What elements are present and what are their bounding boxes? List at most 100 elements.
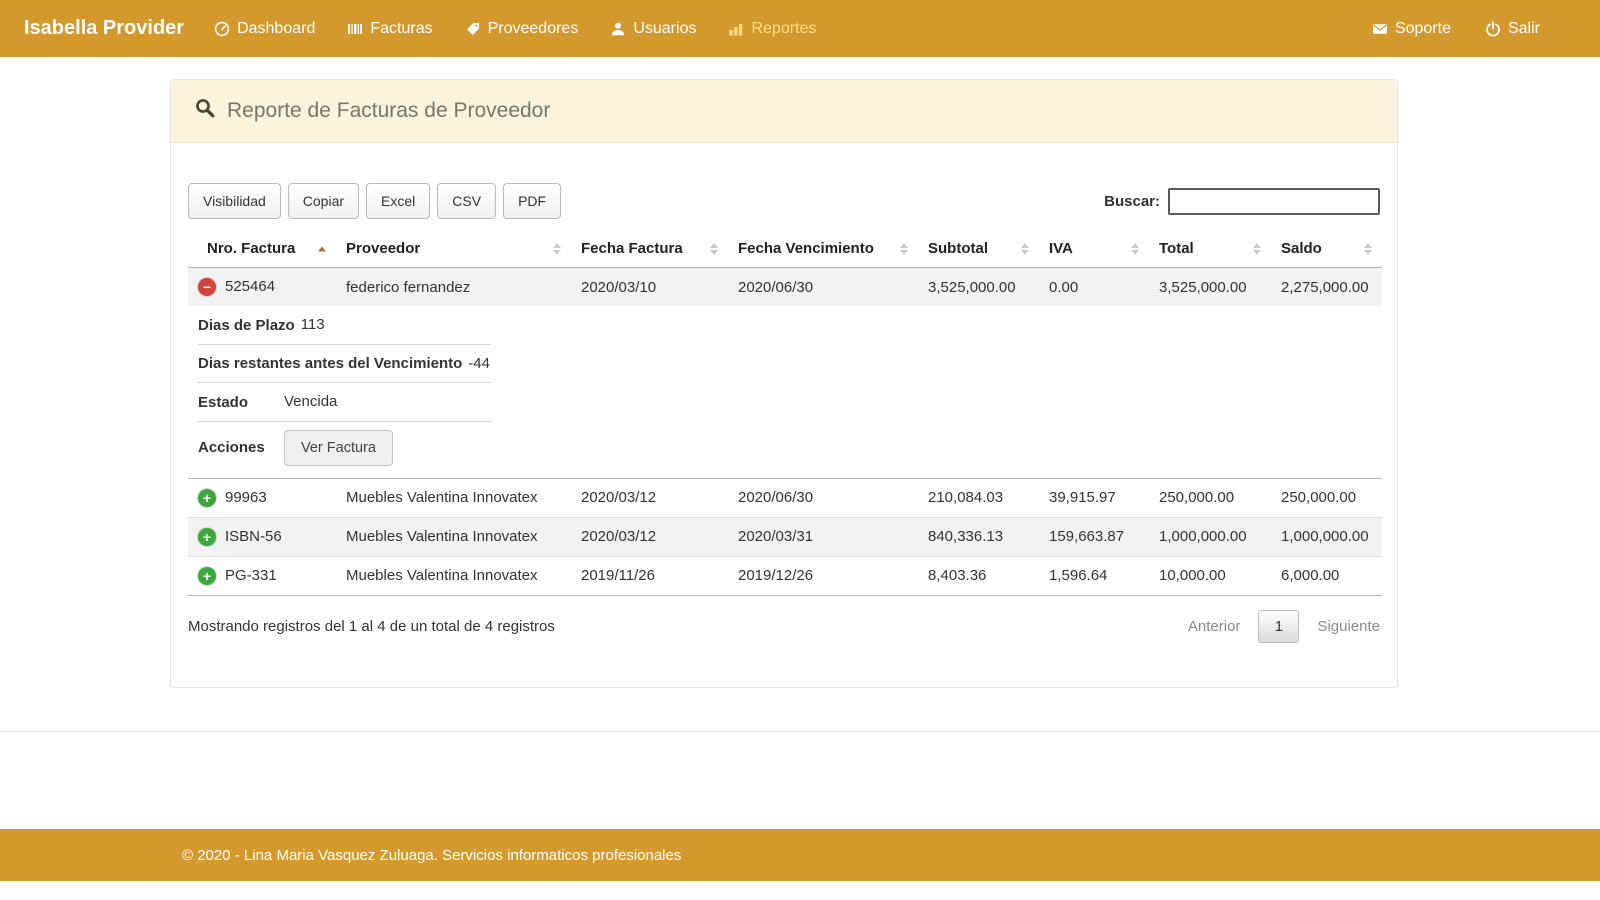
detail-acciones: Acciones Ver Factura — [198, 422, 491, 470]
detail-label: Dias de Plazo — [198, 317, 295, 334]
cell-nro: −525464 — [188, 268, 336, 307]
card-body: Visibilidad Copiar Excel CSV PDF Buscar: — [171, 143, 1397, 687]
col-header-iva[interactable]: IVA — [1039, 231, 1149, 268]
sort-asc-icon — [318, 247, 326, 252]
sort-icon — [1021, 243, 1029, 255]
cell-saldo: 250,000.00 — [1271, 478, 1382, 517]
expand-row-icon[interactable]: + — [198, 567, 216, 585]
user-icon — [610, 21, 626, 37]
nav-facturas[interactable]: Facturas — [347, 20, 432, 38]
page: Isabella Provider Dashboard Facturas Pro… — [0, 0, 1600, 900]
nav-label: Soporte — [1395, 20, 1451, 38]
col-header-total[interactable]: Total — [1149, 231, 1271, 268]
cell-value: ISBN-56 — [225, 528, 282, 545]
detail-label: Acciones — [198, 439, 278, 456]
nav-list: Dashboard Facturas Proveedores Usuarios … — [214, 20, 816, 38]
cell-value: PG-331 — [225, 567, 277, 584]
nav-salir[interactable]: Salir — [1485, 20, 1540, 38]
card-header: Reporte de Facturas de Proveedor — [171, 80, 1397, 143]
detail-value: -44 — [468, 355, 490, 372]
cell-subtotal: 840,336.13 — [918, 517, 1039, 556]
cell-value: 525464 — [225, 278, 275, 295]
nav-proveedores[interactable]: Proveedores — [465, 20, 579, 38]
pdf-button[interactable]: PDF — [503, 183, 561, 219]
expand-row-icon[interactable]: + — [198, 489, 216, 507]
pagination-previous[interactable]: Anterior — [1188, 618, 1241, 635]
cell-nro: + ISBN-56 — [188, 517, 336, 556]
table-row[interactable]: +PG-331 Muebles Valentina Innovatex 2019… — [188, 556, 1382, 595]
cell-proveedor: Muebles Valentina Innovatex — [336, 517, 571, 556]
cell-subtotal: 210,084.03 — [918, 478, 1039, 517]
detail-dias-restantes: Dias restantes antes del Vencimiento-44 — [198, 345, 491, 384]
records-info: Mostrando registros del 1 al 4 de un tot… — [188, 618, 555, 635]
table-row[interactable]: +99963 Muebles Valentina Innovatex 2020/… — [188, 478, 1382, 517]
col-header-subtotal[interactable]: Subtotal — [918, 231, 1039, 268]
detail-value: Vencida — [284, 393, 337, 410]
nav-label: Reportes — [751, 20, 816, 38]
nav-usuarios[interactable]: Usuarios — [610, 20, 696, 38]
page-divider — [0, 731, 1600, 732]
nav-dashboard[interactable]: Dashboard — [214, 20, 315, 38]
envelope-icon — [1372, 21, 1388, 37]
table-header-row: Nro. Factura Proveedor Fecha Factura Fec… — [188, 231, 1382, 268]
sort-icon — [1253, 243, 1261, 255]
col-header-fecha-factura[interactable]: Fecha Factura — [571, 231, 728, 268]
bar-chart-icon — [728, 21, 744, 37]
collapse-row-icon[interactable]: − — [198, 278, 216, 296]
col-header-nro-factura[interactable]: Nro. Factura — [188, 231, 336, 268]
cell-fecha-vencimiento: 2020/06/30 — [728, 268, 918, 307]
sort-icon — [1364, 243, 1372, 255]
col-label: IVA — [1049, 240, 1073, 257]
cell-value: 99963 — [225, 489, 267, 506]
nav-label: Dashboard — [237, 20, 315, 38]
csv-button[interactable]: CSV — [437, 183, 496, 219]
barcode-icon — [347, 21, 363, 37]
cell-iva: 159,663.87 — [1039, 517, 1149, 556]
col-header-saldo[interactable]: Saldo — [1271, 231, 1382, 268]
cell-fecha-factura: 2020/03/12 — [571, 478, 728, 517]
search-label: Buscar: — [1104, 193, 1160, 210]
nav-reportes[interactable]: Reportes — [728, 20, 816, 38]
nav-soporte[interactable]: Soporte — [1372, 20, 1451, 38]
cell-total: 10,000.00 — [1149, 556, 1271, 595]
sort-icon — [900, 243, 908, 255]
col-label: Fecha Factura — [581, 240, 683, 257]
sort-icon — [710, 243, 718, 255]
cell-proveedor: federico fernandez — [336, 268, 571, 307]
cell-total: 250,000.00 — [1149, 478, 1271, 517]
col-label: Subtotal — [928, 240, 988, 257]
cell-fecha-factura: 2020/03/12 — [571, 517, 728, 556]
cell-iva: 0.00 — [1039, 268, 1149, 307]
cell-fecha-factura: 2020/03/10 — [571, 268, 728, 307]
row-details: Dias de Plazo113 Dias restantes antes de… — [188, 306, 1382, 478]
excel-button[interactable]: Excel — [366, 183, 430, 219]
cell-total: 1,000,000.00 — [1149, 517, 1271, 556]
table-row[interactable]: + ISBN-56 Muebles Valentina Innovatex 202… — [188, 517, 1382, 556]
expand-row-icon[interactable]: + — [198, 528, 216, 546]
cell-subtotal: 8,403.36 — [918, 556, 1039, 595]
copy-button[interactable]: Copiar — [288, 183, 359, 219]
col-header-proveedor[interactable]: Proveedor — [336, 231, 571, 268]
col-label: Nro. Factura — [207, 240, 295, 257]
row-details-cell: Dias de Plazo113 Dias restantes antes de… — [188, 306, 1382, 478]
detail-estado: EstadoVencida — [198, 383, 491, 422]
brand[interactable]: Isabella Provider — [24, 17, 184, 40]
search-icon — [195, 98, 215, 124]
cell-fecha-factura: 2019/11/26 — [571, 556, 728, 595]
search-input[interactable] — [1168, 188, 1380, 215]
cell-fecha-vencimiento: 2020/03/31 — [728, 517, 918, 556]
sort-icon — [553, 243, 561, 255]
pagination: Anterior 1 Siguiente — [1188, 610, 1380, 643]
nav-right: Soporte Salir — [1372, 20, 1540, 38]
pagination-next[interactable]: Siguiente — [1317, 618, 1380, 635]
cell-proveedor: Muebles Valentina Innovatex — [336, 478, 571, 517]
ver-factura-button[interactable]: Ver Factura — [284, 430, 393, 466]
detail-dias-de-plazo: Dias de Plazo113 — [198, 306, 491, 345]
tags-icon — [465, 21, 481, 37]
col-header-fecha-vencimiento[interactable]: Fecha Vencimiento — [728, 231, 918, 268]
search-area: Buscar: — [1104, 188, 1380, 215]
col-label: Saldo — [1281, 240, 1322, 257]
table-row[interactable]: −525464 federico fernandez 2020/03/10 20… — [188, 268, 1382, 307]
pagination-page-1[interactable]: 1 — [1258, 610, 1299, 643]
visibility-button[interactable]: Visibilidad — [188, 183, 281, 219]
